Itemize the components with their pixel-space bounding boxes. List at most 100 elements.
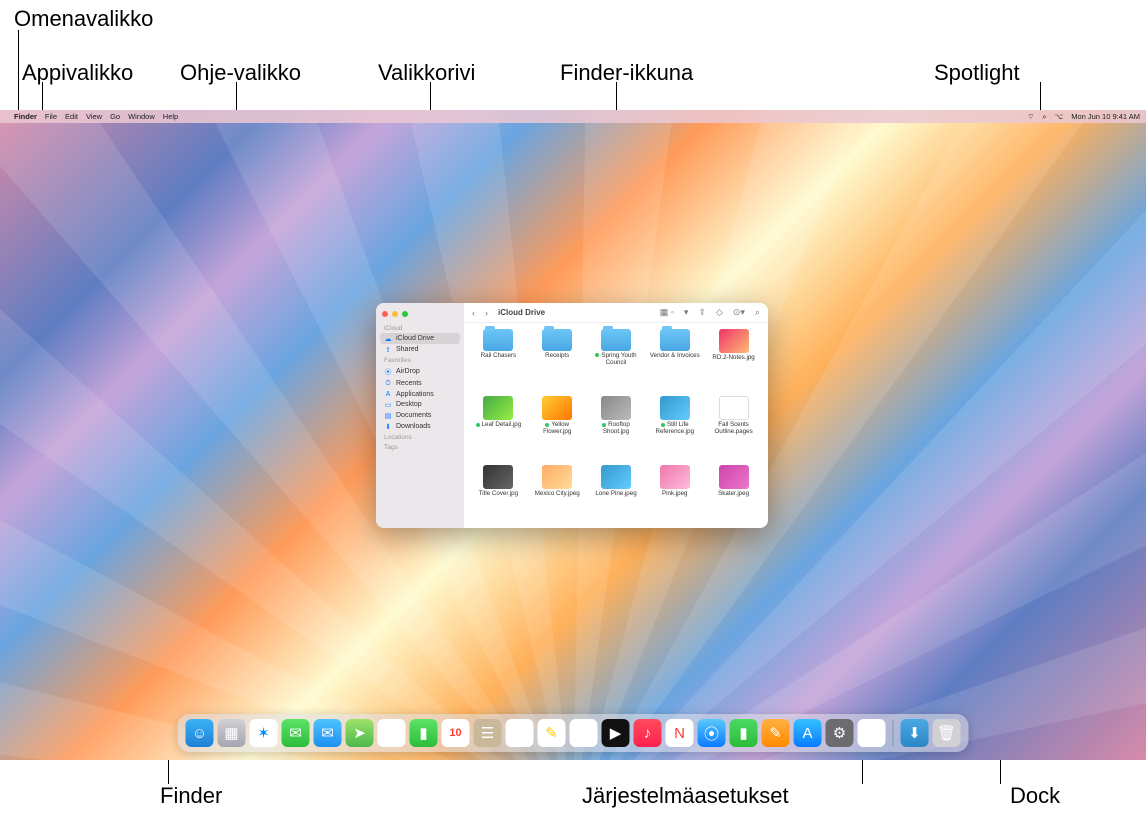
sidebar-item-airdrop[interactable]: ⦿AirDrop xyxy=(376,365,464,378)
menu-window[interactable]: Window xyxy=(128,112,155,121)
dock-contacts-icon[interactable]: ☰ xyxy=(474,719,502,747)
back-button[interactable]: ‹ xyxy=(470,308,477,318)
sidebar-item-label: AirDrop xyxy=(396,368,420,375)
dock-numbers-icon[interactable]: ▮ xyxy=(730,719,758,747)
file-thumbnail xyxy=(719,396,749,420)
file-name: Title Cover.jpg xyxy=(479,491,518,498)
file-item[interactable]: Rail Chasers xyxy=(472,329,525,392)
sidebar-item-desktop[interactable]: ▭Desktop xyxy=(376,399,464,410)
folder-icon xyxy=(601,329,631,351)
menu-view[interactable]: View xyxy=(86,112,102,121)
menu-edit[interactable]: Edit xyxy=(65,112,78,121)
dock-safari-icon[interactable]: ✶ xyxy=(250,719,278,747)
sidebar-item-icloud-drive[interactable]: ☁iCloud Drive xyxy=(380,333,460,344)
file-thumbnail xyxy=(483,396,513,420)
sidebar-item-icon: ⬇ xyxy=(384,423,392,431)
callout-finder: Finder xyxy=(160,783,222,809)
file-item[interactable]: Receipts xyxy=(531,329,584,392)
finder-sidebar: iCloud☁iCloud Drive⇪SharedFavorites⦿AirD… xyxy=(376,303,464,528)
dock-trash-icon[interactable]: 🗑 xyxy=(933,719,961,747)
wifi-icon[interactable]: ⌔ xyxy=(1027,112,1034,122)
sidebar-item-downloads[interactable]: ⬇ Downloads xyxy=(376,421,464,432)
file-name: Pink.jpeg xyxy=(662,491,687,498)
file-grid: Rail Chasers Receipts Spring Youth Council… xyxy=(464,323,768,528)
view-icons-button[interactable]: ▦ ◦ xyxy=(658,307,676,318)
file-item[interactable]: Yellow Flower.jpg xyxy=(531,396,584,461)
spotlight-icon[interactable]: ⌕ xyxy=(1042,112,1046,122)
minimize-button[interactable] xyxy=(392,311,398,317)
file-name: Spring Youth Council xyxy=(590,353,642,366)
finder-window[interactable]: iCloud☁iCloud Drive⇪SharedFavorites⦿AirD… xyxy=(376,303,768,528)
file-name: RD.2-Notes.jpg xyxy=(712,355,754,362)
action-button[interactable]: ⊙▾ xyxy=(731,307,747,318)
clock[interactable]: Mon Jun 10 9:41 AM xyxy=(1071,112,1140,121)
file-item[interactable]: Rooftop Shoot.jpg xyxy=(590,396,643,461)
file-thumbnail xyxy=(719,329,749,353)
dock-mail-icon[interactable]: ✉ xyxy=(314,719,342,747)
sidebar-item-documents[interactable]: ▤Documents xyxy=(376,410,464,421)
dock-fitness-icon[interactable]: ⦿ xyxy=(698,719,726,747)
sidebar-item-label: Downloads xyxy=(396,423,431,430)
dock-system-settings-icon[interactable]: ⚙ xyxy=(826,719,854,747)
file-item[interactable]: Skater.jpeg xyxy=(707,465,760,524)
zoom-button[interactable] xyxy=(402,311,408,317)
sidebar-item-applications[interactable]: AApplications xyxy=(376,389,464,399)
menu-help[interactable]: Help xyxy=(163,112,178,121)
file-item[interactable]: Leaf Detail.jpg xyxy=(472,396,525,461)
file-item[interactable]: RD.2-Notes.jpg xyxy=(707,329,760,392)
share-button[interactable]: ⇪ xyxy=(696,307,708,318)
file-item[interactable]: Spring Youth Council xyxy=(590,329,643,392)
file-name: Skater.jpeg xyxy=(718,491,749,498)
file-item[interactable]: Still Life Reference.jpg xyxy=(648,396,701,461)
forward-button[interactable]: › xyxy=(483,308,490,318)
file-name: Vendor & Invoices xyxy=(650,353,700,360)
control-center-icon[interactable]: ⌥ xyxy=(1055,112,1064,121)
search-icon[interactable]: ⌕ xyxy=(753,307,762,318)
file-item[interactable]: Fall Scents Outline.pages xyxy=(707,396,760,461)
sidebar-section-label: Tags xyxy=(376,442,464,452)
close-button[interactable] xyxy=(382,311,388,317)
callout-help-menu: Ohje-valikko xyxy=(180,60,301,86)
file-name: Receipts xyxy=(545,353,569,360)
dock-pages-icon[interactable]: ✎ xyxy=(762,719,790,747)
dock-calendar-icon[interactable]: 10 xyxy=(442,719,470,747)
dock-notes-icon[interactable]: ✎ xyxy=(538,719,566,747)
sidebar-item-recents[interactable]: ⏱Recents xyxy=(376,378,464,389)
callout-menubar: Valikkorivi xyxy=(378,60,475,86)
file-item[interactable]: Lone Pine.jpeg xyxy=(590,465,643,524)
file-item[interactable]: Vendor & Invoices xyxy=(648,329,701,392)
callout-app-menu: Appivalikko xyxy=(22,60,133,86)
dock-downloads-icon[interactable]: ⬇ xyxy=(901,719,929,747)
dock-news-icon[interactable]: N xyxy=(666,719,694,747)
file-thumbnail xyxy=(660,396,690,420)
dock-finder-icon[interactable]: ☺ xyxy=(186,719,214,747)
menu-go[interactable]: Go xyxy=(110,112,120,121)
dock-app-store-icon[interactable]: A xyxy=(794,719,822,747)
file-thumbnail xyxy=(660,465,690,489)
dock-music-icon[interactable]: ♪ xyxy=(634,719,662,747)
dock-tv-icon[interactable]: ▶ xyxy=(602,719,630,747)
dock-reminders-icon[interactable]: ☑ xyxy=(506,719,534,747)
dock-iphone-mirroring-icon[interactable]: ▯ xyxy=(858,719,886,747)
dock-facetime-icon[interactable]: ▮ xyxy=(410,719,438,747)
dock-messages-icon[interactable]: ✉ xyxy=(282,719,310,747)
window-controls xyxy=(376,307,464,323)
file-item[interactable]: Mexico City.jpeg xyxy=(531,465,584,524)
dock-freeform-icon[interactable]: ✐ xyxy=(570,719,598,747)
sidebar-section-label: iCloud xyxy=(376,323,464,333)
dock-launchpad-icon[interactable]: ▦ xyxy=(218,719,246,747)
app-menu[interactable]: Finder xyxy=(14,112,37,121)
file-thumbnail xyxy=(542,465,572,489)
sidebar-item-shared[interactable]: ⇪Shared xyxy=(376,344,464,355)
file-item[interactable]: Pink.jpeg xyxy=(648,465,701,524)
file-item[interactable]: Title Cover.jpg xyxy=(472,465,525,524)
sidebar-item-label: Documents xyxy=(396,412,431,419)
menu-file[interactable]: File xyxy=(45,112,57,121)
sidebar-item-label: Shared xyxy=(396,346,419,353)
file-name: Still Life Reference.jpg xyxy=(649,422,701,435)
dock-photos-icon[interactable]: ✿ xyxy=(378,719,406,747)
dock-maps-icon[interactable]: ➤ xyxy=(346,719,374,747)
group-button[interactable]: ▾ xyxy=(682,307,691,318)
file-name: Lone Pine.jpeg xyxy=(595,491,636,498)
tag-button[interactable]: ◇ xyxy=(714,307,725,318)
